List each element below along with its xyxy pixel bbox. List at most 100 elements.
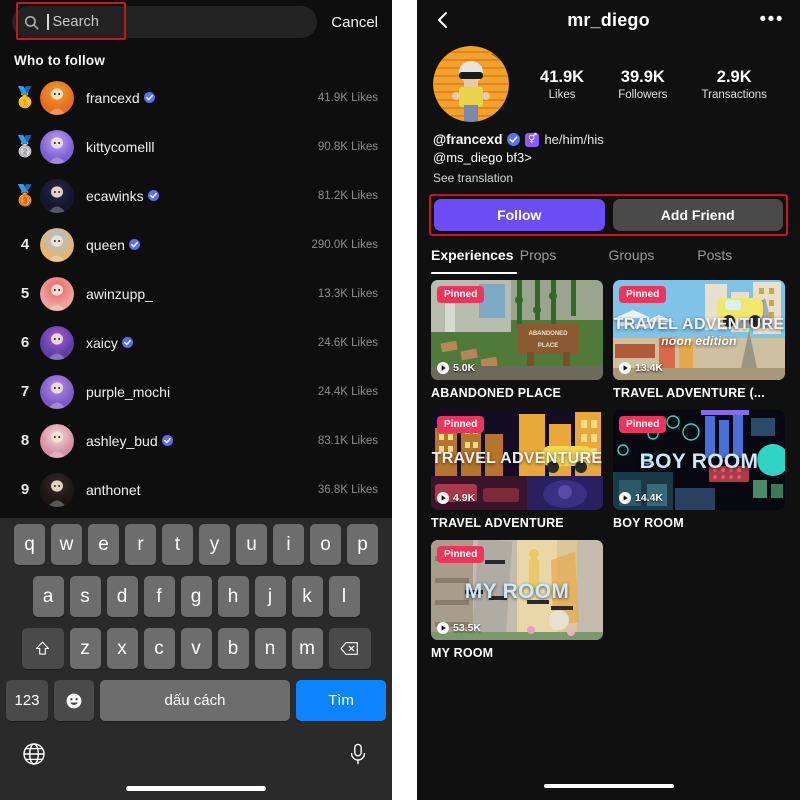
key-s[interactable]: s [69,576,101,617]
avatar[interactable] [40,423,74,458]
text-cursor [47,14,49,30]
key-e[interactable]: e [88,524,119,565]
avatar[interactable] [40,472,74,507]
play-icon [619,492,631,504]
who-to-follow-list: 🥇 francexd 41.9K Likes 🥈 kittycomelll 90.8K L… [0,73,392,520]
globe-icon[interactable] [22,742,46,766]
key-p[interactable]: p [347,524,378,565]
list-item[interactable]: 🥉 ecawinks 81.2K Likes [0,171,392,220]
experience-card[interactable]: Pinned BOY ROOM 14.4K BOY ROOM [613,410,785,530]
key-v[interactable]: v [180,628,212,669]
avatar[interactable] [40,129,74,164]
username-wrapper: awinzupp_ [86,286,318,302]
svg-text:PLACE: PLACE [538,343,558,349]
stat-item[interactable]: 39.9K Followers [618,68,667,101]
shift-key[interactable] [21,628,64,669]
bio-handle[interactable]: @francexd [433,132,502,147]
tab-props[interactable]: Props [520,247,609,274]
key-h[interactable]: h [217,576,249,617]
rank-number: 7 [20,383,30,400]
search-bar-row: Search Cancel [0,0,392,44]
list-item[interactable]: 🥇 francexd 41.9K Likes [0,73,392,122]
play-count: 13.4K [619,362,663,374]
backspace-key[interactable] [328,628,371,669]
search-input[interactable]: Search [12,6,318,38]
key-b[interactable]: b [217,628,249,669]
experience-thumbnail[interactable]: Pinned TRAVEL ADVENTURE noon edition 13.4K [613,280,785,380]
key-i[interactable]: i [273,524,304,565]
see-translation-link[interactable]: See translation [433,171,784,185]
play-count-label: 53.5K [453,622,482,634]
experience-card[interactable]: ABANDONED PLACE Pinned 5.0K ABANDONED PLACE [431,280,603,400]
key-t[interactable]: t [162,524,193,565]
cancel-button[interactable]: Cancel [327,14,380,31]
tab-experiences[interactable]: Experiences [431,247,520,274]
key-q[interactable]: q [14,524,45,565]
tab-posts[interactable]: Posts [697,247,786,274]
key-c[interactable]: c [143,628,175,669]
key-f[interactable]: f [143,576,175,617]
key-a[interactable]: a [32,576,64,617]
key-d[interactable]: d [106,576,138,617]
likes-count: 24.6K Likes [317,336,378,349]
key-z[interactable]: z [69,628,101,669]
list-item[interactable]: 🥈 kittycomelll 90.8K Likes [0,122,392,171]
profile-bio: @francexd ⚥ he/him/his @ms_diego bf3> Se… [417,122,800,185]
rank-number: 9 [20,481,30,498]
more-options-icon[interactable]: ••• [760,10,784,30]
key-n[interactable]: n [254,628,286,669]
key-x[interactable]: x [106,628,138,669]
back-arrow-icon[interactable] [433,10,453,30]
verified-badge-icon [128,239,140,250]
tab-label: Props [519,247,557,263]
stat-item[interactable]: 2.9K Transactions [702,68,767,101]
experience-thumbnail[interactable]: Pinned BOY ROOM 14.4K [613,410,785,510]
rank-medal-icon: 🥈 [12,135,38,158]
avatar[interactable] [433,46,509,122]
emoji-key[interactable] [54,680,94,721]
likes-count: 290.0K Likes [311,238,379,251]
experience-thumbnail[interactable]: Pinned TRAVEL ADVENTURE 4.9K [431,410,603,510]
list-item[interactable]: 7 purple_mochi 24.4K Likes [0,367,392,416]
tab-groups[interactable]: Groups [609,247,698,274]
list-item[interactable]: 5 awinzupp_ 13.3K Likes [0,269,392,318]
avatar[interactable] [40,374,74,409]
experience-card[interactable]: Pinned MY ROOM 53.5K MY ROOM [431,540,603,660]
experience-thumbnail[interactable]: Pinned MY ROOM 53.5K [431,540,603,640]
spacebar-key[interactable]: dấu cách [100,680,290,721]
search-submit-key[interactable]: Tìm [296,680,386,721]
numbers-key[interactable]: 123 [6,680,48,721]
list-item[interactable]: 6 xaicy 24.6K Likes [0,318,392,367]
key-l[interactable]: l [328,576,360,617]
experience-thumbnail[interactable]: ABANDONED PLACE Pinned 5.0K [431,280,603,380]
key-r[interactable]: r [125,524,156,565]
avatar[interactable] [40,325,74,360]
add-friend-button[interactable]: Add Friend [612,199,783,231]
key-m[interactable]: m [291,628,323,669]
key-u[interactable]: u [236,524,267,565]
bio-handle-row: @francexd ⚥ he/him/his [433,132,784,147]
key-k[interactable]: k [291,576,323,617]
follow-button[interactable]: Follow [434,199,605,231]
backspace-icon [340,642,358,655]
experience-card[interactable]: Pinned TRAVEL ADVENTURE noon edition 13.4K T… [613,280,785,400]
microphone-icon[interactable] [346,742,370,766]
key-y[interactable]: y [199,524,230,565]
avatar[interactable] [40,276,74,311]
key-j[interactable]: j [254,576,286,617]
experience-card[interactable]: Pinned TRAVEL ADVENTURE 4.9K TRAVEL ADVENTU… [431,410,603,530]
avatar[interactable] [40,178,74,213]
key-w[interactable]: w [51,524,82,565]
stat-label: Followers [618,88,668,101]
list-item[interactable]: 4 queen 290.0K Likes [0,220,392,269]
stat-item[interactable]: 41.9K Likes [540,68,584,101]
stat-value: 39.9K [620,67,665,86]
avatar[interactable] [40,80,74,115]
list-item[interactable]: 9 anthonet 36.8K Likes [0,465,392,514]
play-count: 5.0K [437,362,475,374]
avatar[interactable] [40,227,74,262]
key-g[interactable]: g [180,576,212,617]
tab-label: Experiences [431,247,514,263]
key-o[interactable]: o [310,524,341,565]
list-item[interactable]: 8 ashley_bud 83.1K Likes [0,416,392,465]
